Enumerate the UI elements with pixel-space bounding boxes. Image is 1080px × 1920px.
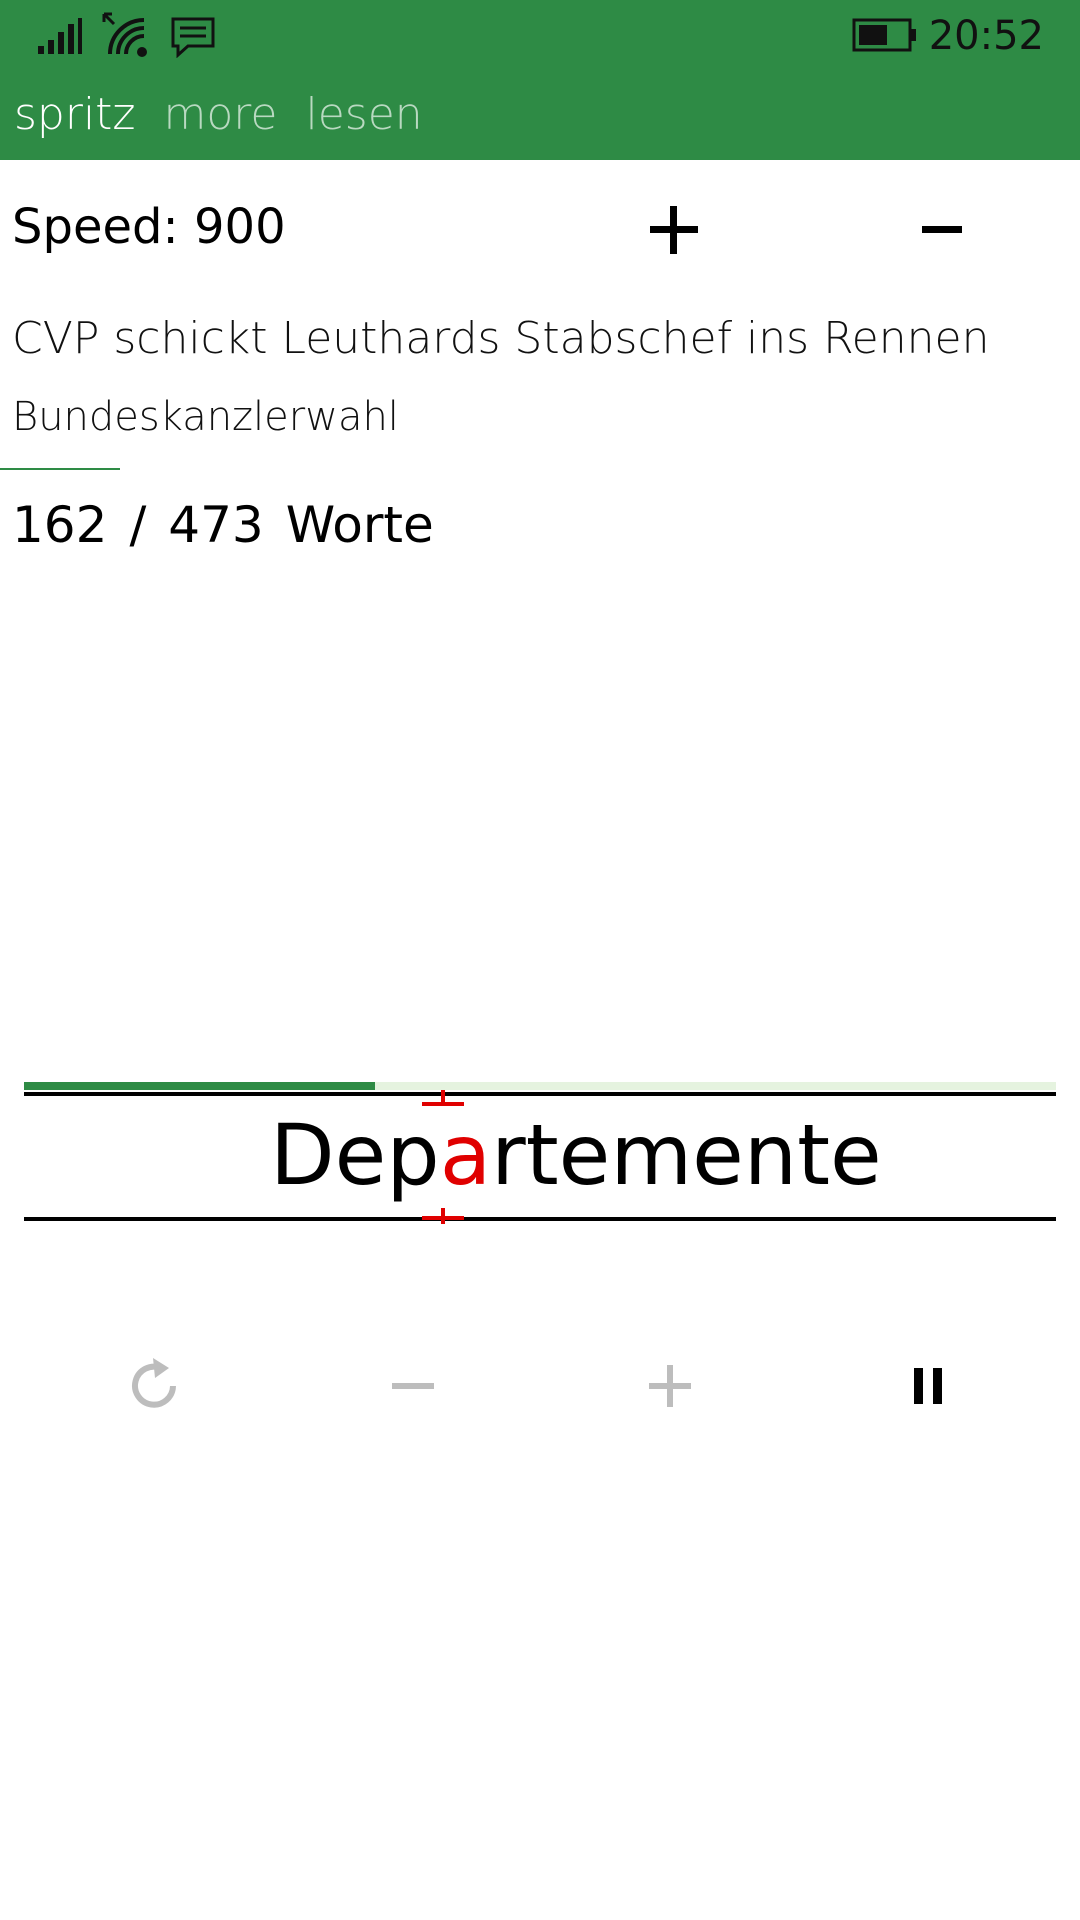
tab-lesen[interactable]: lesen [306,82,423,152]
restart-button[interactable] [115,1346,195,1426]
faster-button[interactable] [630,1346,710,1426]
status-bar: 20:52 [0,0,1080,72]
word-total: 473 [168,496,264,554]
tab-spritz[interactable]: spritz [14,82,136,152]
reader-word: Departemente [0,1100,1080,1210]
speed-increase-button[interactable] [640,196,708,264]
minus-icon [392,1383,434,1389]
word-separator: / [129,496,147,554]
word-counter: 162 / 473 Worte [12,490,434,560]
reader-word-text: Departemente [270,1100,882,1210]
speed-decrease-button[interactable] [908,196,976,264]
pause-icon [914,1368,942,1404]
word-suffix: rtemente [491,1106,882,1204]
tab-more[interactable]: more [164,82,278,152]
reading-progress-fill [24,1082,375,1090]
playback-controls [0,1346,1080,1426]
message-icon [171,17,215,58]
pivot-header: spritz more lesen [14,82,423,152]
minus-icon [922,226,962,233]
clock: 20:52 [928,13,1044,59]
word-focus-letter: a [439,1106,492,1204]
plus-icon [649,1365,691,1407]
restart-icon [132,1358,176,1408]
battery-icon [852,18,916,52]
reading-progress-bar [24,1082,1056,1090]
reader-top-line [24,1092,1056,1096]
article-title: CVP schickt Leuthards Stabschef ins Renn… [12,313,990,364]
slower-button[interactable] [373,1346,453,1426]
plus-icon [650,206,698,254]
word-unit: Worte [285,496,434,554]
wifi-icon [102,12,147,57]
article-subtitle: Bundeskanzlerwahl [12,394,399,440]
pause-button[interactable] [888,1346,968,1426]
word-current: 162 [12,496,108,554]
speed-label: Speed: [12,199,179,255]
title-divider [0,468,120,470]
signal-bars-icon [38,18,82,54]
app-header: 20:52 spritz more lesen [0,0,1080,160]
speed-value: 900 [194,199,286,255]
reader-bottom-line [24,1217,1056,1221]
word-prefix: Dep [270,1106,440,1204]
